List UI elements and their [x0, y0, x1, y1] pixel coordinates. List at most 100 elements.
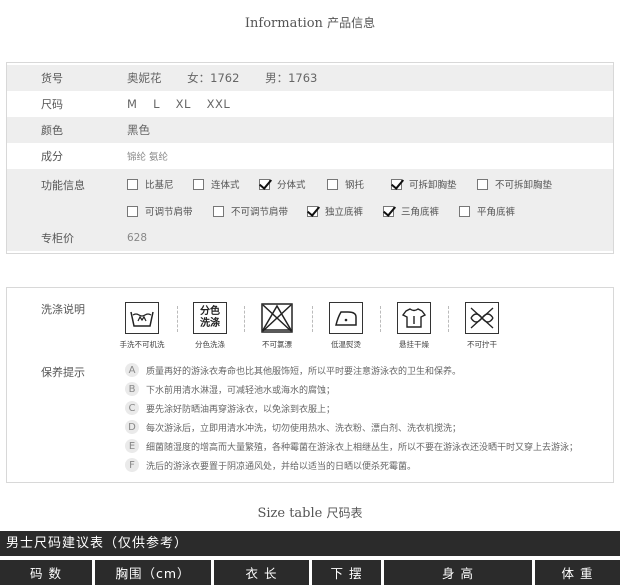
- tip-item: C 要先涂好防晒油再穿游泳衣，以免涂到衣服上；: [125, 401, 335, 415]
- option-brief-bottom-label: 三角底裤: [401, 207, 440, 218]
- checkbox-bikini[interactable]: [127, 178, 138, 190]
- size-xxl: XXL: [206, 97, 231, 111]
- checkbox-removable-pad[interactable]: [391, 178, 402, 190]
- checkbox-fixed-pad[interactable]: [477, 178, 488, 190]
- material-label: 成分: [41, 150, 63, 163]
- option-fixed-pad[interactable]: 不可拆卸胸垫: [477, 177, 552, 191]
- tips-label: 保养提示: [41, 366, 85, 379]
- tip-text: 下水前用清水淋湿，可减轻池水或海水的腐蚀；: [146, 385, 336, 396]
- size-title-en: Size table: [257, 506, 323, 521]
- checkbox-adjustable-strap[interactable]: [127, 205, 138, 217]
- no-wring-icon: [465, 302, 499, 334]
- row-material: 成分 锦纶 氨纶: [7, 143, 613, 169]
- hand-wash-icon: [125, 302, 159, 334]
- checkbox-underwire[interactable]: [327, 178, 338, 190]
- checkbox-one-piece[interactable]: [193, 178, 204, 190]
- size-table-header: 男士尺码建议表（仅供参考）: [0, 531, 620, 556]
- no-wring-caption: 不可拧干: [467, 340, 497, 349]
- divider: [380, 306, 381, 332]
- row-price: 专柜价 628: [7, 225, 613, 251]
- option-boxer-bottom[interactable]: 平角底裤: [459, 204, 515, 218]
- tip-text: 洗后的游泳衣要置于阴凉通风处，并给以适当的日晒以便杀死霉菌。: [146, 461, 417, 472]
- row-features: 功能信息 比基尼 连体式 分体式 钢托 可拆卸胸垫 不可拆卸胸垫 可调节肩带 不…: [7, 169, 613, 225]
- divider: [244, 306, 245, 332]
- option-boxer-bottom-label: 平角底裤: [477, 207, 516, 218]
- tip-item: D 每次游泳后，立即用清水冲洗，切勿使用热水、洗衣粉、漂白剂、洗衣机搅洗；: [125, 420, 461, 434]
- women-code: 女：1762: [187, 71, 240, 85]
- no-bleach-icon: [260, 302, 294, 334]
- option-two-piece-label: 分体式: [277, 180, 306, 191]
- option-bikini-label: 比基尼: [145, 180, 174, 191]
- care-panel: 洗涤说明 手洗不可机洗 分色 洗涤 分色洗涤 不可氯漂 低温熨烫 悬挂干燥 不可…: [6, 287, 614, 483]
- option-brief-bottom[interactable]: 三角底裤: [383, 204, 439, 218]
- column-height: 身 高: [384, 560, 532, 585]
- size-label: 尺码: [41, 98, 63, 111]
- tip-text: 质量再好的游泳衣寿命也比其他服饰短，所以平时要注意游泳衣的卫生和保养。: [146, 366, 462, 377]
- checkbox-fixed-strap[interactable]: [213, 205, 224, 217]
- price-value: 628: [127, 232, 148, 244]
- option-adjustable-strap[interactable]: 可调节肩带: [127, 204, 193, 218]
- hand-wash-caption: 手洗不可机洗: [119, 340, 165, 349]
- column-size: 码 数: [0, 560, 92, 585]
- row-item-no: 货号 奥妮花 女：1762 男：1763: [7, 65, 613, 91]
- column-weight: 体 重: [535, 560, 620, 585]
- size-title: Size table 尺码表: [0, 504, 620, 521]
- separate-wash-bottom: 洗涤: [200, 318, 220, 329]
- option-separate-bottom-label: 独立底裤: [325, 207, 364, 218]
- size-m: M: [127, 97, 138, 111]
- brand-name: 奥妮花: [127, 71, 162, 85]
- tip-item: B 下水前用清水淋湿，可减轻池水或海水的腐蚀；: [125, 382, 335, 396]
- material-value: 锦纶 氨纶: [127, 152, 169, 163]
- divider: [448, 306, 449, 332]
- row-color: 颜色 黑色: [7, 117, 613, 143]
- column-chest: 胸围（cm）: [95, 560, 211, 585]
- option-fixed-strap[interactable]: 不可调节肩带: [213, 204, 288, 218]
- checkbox-boxer-bottom[interactable]: [459, 205, 470, 217]
- size-table-columns: 码 数 胸围（cm） 衣 长 下 摆 身 高 体 重: [0, 560, 620, 585]
- color-label: 颜色: [41, 124, 63, 137]
- features-label: 功能信息: [41, 179, 85, 192]
- tip-item: F 洗后的游泳衣要置于阴凉通风处，并给以适当的日晒以便杀死霉菌。: [125, 458, 416, 472]
- column-length: 衣 长: [214, 560, 309, 585]
- info-title-en: Information: [244, 16, 323, 31]
- option-separate-bottom[interactable]: 独立底裤: [307, 204, 363, 218]
- tip-item: A 质量再好的游泳衣寿命也比其他服饰短，所以平时要注意游泳衣的卫生和保养。: [125, 363, 461, 377]
- wash-label: 洗涤说明: [41, 303, 85, 316]
- tip-letter: C: [125, 401, 139, 415]
- checkbox-two-piece[interactable]: [259, 178, 270, 190]
- product-info-panel: 货号 奥妮花 女：1762 男：1763 尺码 M L XL XXL 颜色 黑色…: [6, 62, 614, 254]
- item-no-value: 奥妮花 女：1762 男：1763: [127, 70, 339, 86]
- separate-wash-top: 分色: [200, 306, 220, 317]
- size-title-zh: 尺码表: [326, 506, 363, 520]
- separate-wash-icon: 分色 洗涤: [193, 302, 227, 334]
- option-fixed-strap-label: 不可调节肩带: [231, 207, 289, 218]
- low-iron-caption: 低温熨烫: [331, 340, 361, 349]
- option-fixed-pad-label: 不可拆卸胸垫: [495, 180, 553, 191]
- no-bleach-caption: 不可氯漂: [262, 340, 292, 349]
- checkbox-separate-bottom[interactable]: [307, 205, 318, 217]
- info-title-zh: 产品信息: [327, 16, 376, 30]
- size-values: M L XL XXL: [127, 97, 242, 111]
- tip-letter: E: [125, 439, 139, 453]
- option-underwire[interactable]: 钢托: [327, 177, 364, 191]
- tip-text: 细菌随湿度的增高而大量繁殖，各种霉菌在游泳衣上相继丛生，所以不要在游泳衣还没晒干…: [146, 442, 579, 453]
- checkbox-brief-bottom[interactable]: [383, 205, 394, 217]
- option-one-piece[interactable]: 连体式: [193, 177, 240, 191]
- price-label: 专柜价: [41, 232, 74, 245]
- option-two-piece[interactable]: 分体式: [259, 177, 306, 191]
- size-xl: XL: [175, 97, 191, 111]
- tip-letter: D: [125, 420, 139, 434]
- size-l: L: [153, 97, 161, 111]
- color-value: 黑色: [127, 123, 150, 137]
- divider: [312, 306, 313, 332]
- divider: [177, 306, 178, 332]
- tip-item: E 细菌随湿度的增高而大量繁殖，各种霉菌在游泳衣上相继丛生，所以不要在游泳衣还没…: [125, 439, 578, 453]
- option-removable-pad[interactable]: 可拆卸胸垫: [391, 177, 457, 191]
- option-removable-pad-label: 可拆卸胸垫: [409, 180, 457, 191]
- option-bikini[interactable]: 比基尼: [127, 177, 174, 191]
- low-iron-icon: [329, 302, 363, 334]
- separate-wash-caption: 分色洗涤: [195, 340, 225, 349]
- option-adjustable-strap-label: 可调节肩带: [145, 207, 193, 218]
- info-title: Information 产品信息: [0, 14, 620, 31]
- option-underwire-label: 钢托: [345, 180, 365, 191]
